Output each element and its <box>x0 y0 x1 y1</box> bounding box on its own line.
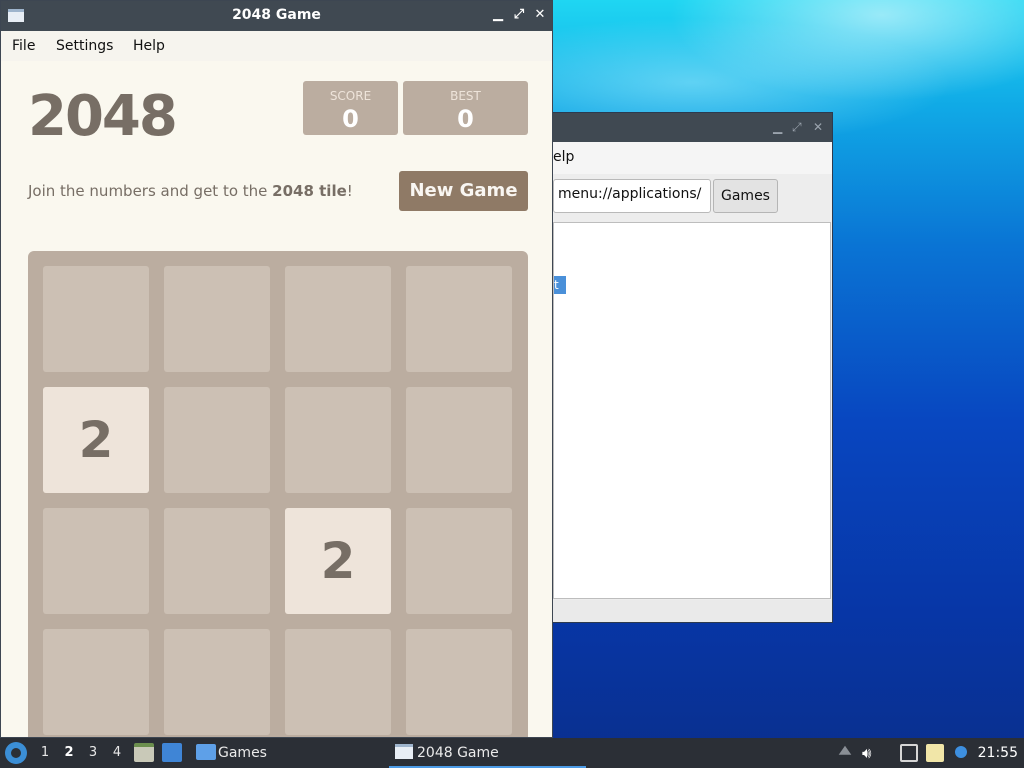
file-manager-titlebar[interactable]: ▁ ⤢ ✕ <box>541 113 832 142</box>
menu-help[interactable]: Help <box>133 38 165 54</box>
best-value: 0 <box>457 105 474 133</box>
update-badge <box>955 746 967 758</box>
path-bar: menu://applications/ Games <box>541 177 832 215</box>
tray-arrow-icon[interactable] <box>838 745 852 755</box>
score-label: SCORE <box>329 89 372 103</box>
intro-text-bold: 2048 tile <box>272 182 347 200</box>
minimize-icon[interactable]: ▁ <box>773 120 782 134</box>
network-icon[interactable] <box>900 744 918 762</box>
best-label: BEST <box>450 89 481 103</box>
minimize-icon[interactable]: ▁ <box>490 7 506 22</box>
menu-settings[interactable]: Settings <box>56 38 113 54</box>
show-desktop-icon[interactable] <box>162 743 182 762</box>
intro-text: Join the numbers and get to the 2048 til… <box>28 182 353 200</box>
board-cell <box>285 387 391 493</box>
game-window[interactable]: 2048 Game ▁ ⤢ ✕ File Settings Help 2048 … <box>0 0 553 738</box>
maximize-icon[interactable]: ⤢ <box>792 120 802 135</box>
board-cell <box>164 629 270 735</box>
volume-icon[interactable]: 🔊︎ <box>862 744 880 762</box>
board-cell <box>164 387 270 493</box>
desktop-switch-3[interactable]: 3 <box>86 745 100 760</box>
file-list[interactable]: t <box>553 222 831 599</box>
intro-text-end: ! <box>346 182 353 200</box>
file-manager-launcher-icon[interactable] <box>134 743 154 762</box>
board-cell <box>406 629 512 735</box>
location-input[interactable]: menu://applications/ <box>553 179 711 213</box>
path-button-games[interactable]: Games <box>713 179 778 213</box>
window-title: 2048 Game <box>232 7 321 23</box>
game-board[interactable]: 22 <box>28 251 528 737</box>
window-titlebar[interactable]: 2048 Game ▁ ⤢ ✕ <box>1 1 552 31</box>
menu-file[interactable]: File <box>12 38 35 54</box>
score-box: SCORE 0 <box>303 81 398 135</box>
task-2048-game[interactable]: 2048 Game <box>389 738 586 768</box>
file-manager-menubar: elp <box>541 142 832 174</box>
board-cell <box>285 629 391 735</box>
close-icon[interactable]: ✕ <box>813 120 823 134</box>
folder-icon <box>196 744 216 760</box>
board-cell <box>43 508 149 614</box>
status-bar <box>541 600 832 622</box>
window-icon <box>395 744 413 759</box>
tile-2: 2 <box>43 387 149 493</box>
board-cell <box>164 508 270 614</box>
board-cell <box>43 266 149 372</box>
taskbar: 1 2 3 4 Games 2048 Game 🔊︎ 21:55 <box>0 738 1024 768</box>
menu-help[interactable]: elp <box>553 149 574 165</box>
board-cell <box>406 266 512 372</box>
tile-2: 2 <box>285 508 391 614</box>
desktop-switch-1[interactable]: 1 <box>38 745 52 760</box>
file-manager-window[interactable]: ▁ ⤢ ✕ elp menu://applications/ Games t <box>540 112 833 623</box>
score-value: 0 <box>342 105 359 133</box>
clock[interactable]: 21:55 <box>978 745 1018 761</box>
desktop-switch-4[interactable]: 4 <box>110 745 124 760</box>
game-heading: 2048 <box>28 84 178 149</box>
desktop-switch-2[interactable]: 2 <box>62 745 76 760</box>
clipboard-icon[interactable] <box>926 744 944 762</box>
maximize-icon[interactable]: ⤢ <box>511 7 527 22</box>
board-cell <box>164 266 270 372</box>
menubar: File Settings Help <box>1 31 552 61</box>
update-notifier-icon[interactable] <box>952 744 972 762</box>
board-cell <box>406 387 512 493</box>
intro-text-start: Join the numbers and get to the <box>28 182 273 200</box>
board-cell <box>285 266 391 372</box>
task-label-games: Games <box>218 745 267 761</box>
close-icon[interactable]: ✕ <box>532 7 548 22</box>
task-label-2048: 2048 Game <box>417 745 499 761</box>
board-cell <box>406 508 512 614</box>
best-score-box: BEST 0 <box>403 81 528 135</box>
selected-item[interactable]: t <box>554 276 566 294</box>
board-cell <box>43 629 149 735</box>
start-menu-icon[interactable] <box>5 742 27 764</box>
new-game-button[interactable]: New Game <box>399 171 528 211</box>
